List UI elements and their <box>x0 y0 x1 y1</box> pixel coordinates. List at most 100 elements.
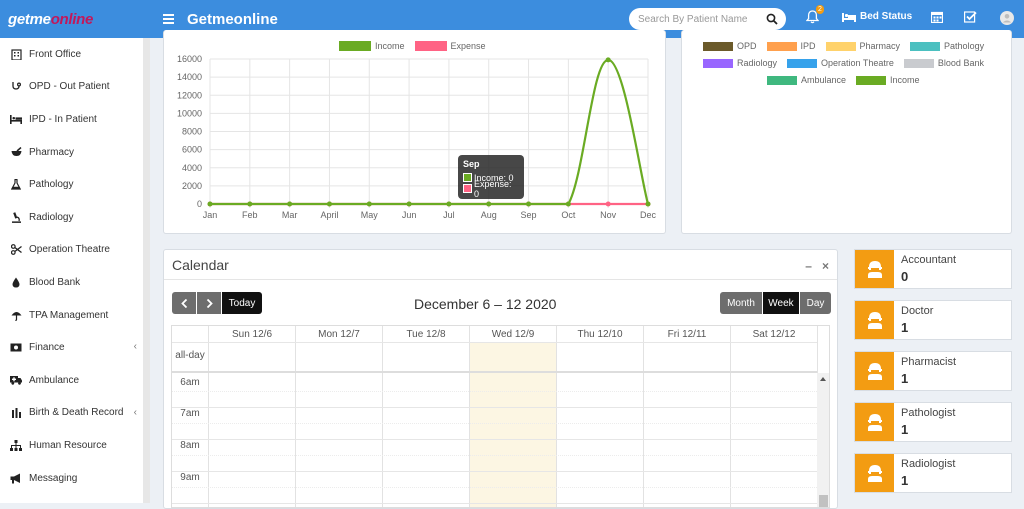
stethoscope-icon <box>10 81 22 93</box>
next-week-button[interactable] <box>197 292 221 314</box>
staff-card-pharmacist[interactable]: Pharmacist 1 <box>854 351 1012 391</box>
sidebar-item-ipd[interactable]: IPD - In Patient <box>0 103 143 136</box>
sidebar-scrollbar[interactable] <box>143 38 150 503</box>
sidebar-item-human-resource[interactable]: Human Resource <box>0 429 143 462</box>
sidebar-item-label: Ambulance <box>29 374 80 386</box>
search-icon[interactable] <box>766 13 778 25</box>
income-expense-panel: 16000 14000 12000 10000 8000 6000 4000 2000 0 Jan… <box>163 30 666 234</box>
sidebar-item-messaging[interactable]: Messaging <box>0 462 143 495</box>
staff-icon <box>855 403 894 441</box>
sidebar-item-ambulance[interactable]: Ambulance <box>0 364 143 397</box>
y-tick-label: 0 <box>197 199 202 209</box>
sidebar-item-radiology[interactable]: Radiology <box>0 201 143 234</box>
today-button[interactable]: Today <box>222 292 262 314</box>
umbrella-icon <box>10 309 22 321</box>
tooltip-expense-line: Expense: 0 <box>474 178 512 199</box>
income-legend-label: Income <box>375 41 405 51</box>
sidebar-item-operation-theatre[interactable]: Operation Theatre <box>0 234 143 267</box>
staff-icon <box>855 454 894 492</box>
sidebar-item-birth-death-record[interactable]: Birth & Death Record ‹ <box>0 397 143 430</box>
prev-week-button[interactable] <box>172 292 196 314</box>
y-tick-label: 10000 <box>177 108 202 118</box>
week-view-button[interactable]: Week <box>763 292 799 314</box>
brand-logo[interactable]: getme online <box>0 0 145 38</box>
sidebar-item-label: Finance <box>29 342 65 354</box>
legend-radiology: Radiology <box>703 58 777 68</box>
staff-count: 1 <box>901 422 909 437</box>
staff-role: Pathologist <box>901 407 956 419</box>
legend-pharmacy: Pharmacy <box>825 41 900 51</box>
income-expense-chart: 16000 14000 12000 10000 8000 6000 4000 2000 0Jan… <box>177 54 657 220</box>
x-tick-label: May <box>361 210 379 220</box>
legend-opd: OPD <box>703 41 757 51</box>
income-data-point <box>605 57 611 63</box>
today-column-highlight <box>469 343 556 507</box>
sidebar-item-tpa-management[interactable]: TPA Management <box>0 299 143 332</box>
close-icon[interactable]: × <box>822 259 829 273</box>
day-view-button[interactable]: Day <box>800 292 831 314</box>
legend-income: Income <box>856 75 920 85</box>
expense-data-point <box>605 201 611 207</box>
sidebar-item-label: Pharmacy <box>29 146 75 158</box>
patient-search-input[interactable] <box>638 13 760 25</box>
x-tick-label: Dec <box>640 210 657 220</box>
money-icon <box>10 342 22 354</box>
bed-status-button[interactable]: Bed Status <box>842 11 912 22</box>
income-data-point <box>326 201 332 207</box>
sidebar-item-label: Radiology <box>29 211 74 223</box>
building-icon <box>10 48 22 60</box>
staff-card-radiologist[interactable]: Radiologist 1 <box>854 453 1012 493</box>
x-tick-label: Oct <box>561 210 576 220</box>
day-header: Mon 12/7 <box>295 326 382 342</box>
staff-role: Pharmacist <box>901 356 957 368</box>
user-avatar-icon[interactable] <box>1000 11 1014 25</box>
x-tick-label: Mar <box>282 210 298 220</box>
expense-legend-label: Expense <box>450 41 486 51</box>
sidebar-item-label: Messaging <box>29 472 78 484</box>
microscope-icon <box>10 211 22 223</box>
staff-card-doctor[interactable]: Doctor 1 <box>854 300 1012 340</box>
scissors-icon <box>10 244 22 256</box>
sidebar-item-front-office[interactable]: Front Office <box>0 38 143 71</box>
sidebar-item-blood-bank[interactable]: Blood Bank <box>0 266 143 299</box>
flask-icon <box>10 179 22 191</box>
time-label: 8am <box>180 440 200 451</box>
income-data-point <box>207 201 213 207</box>
menu-toggle-icon[interactable] <box>163 14 185 24</box>
staff-card-pathologist[interactable]: Pathologist 1 <box>854 402 1012 442</box>
y-tick-label: 16000 <box>177 54 202 64</box>
staff-card-accountant[interactable]: Accountant 0 <box>854 249 1012 289</box>
time-label: 6am <box>180 377 200 388</box>
scroll-thumb[interactable] <box>819 495 828 507</box>
sidebar-item-label: Operation Theatre <box>29 244 110 256</box>
calendar-icon[interactable] <box>931 11 943 23</box>
tooltip-title: Sep <box>463 159 480 169</box>
sidebar-item-label: Pathology <box>29 179 74 191</box>
staff-role: Radiologist <box>901 458 956 470</box>
calendar-header: Calendar <box>164 250 837 280</box>
sidebar-item-pathology[interactable]: Pathology <box>0 168 143 201</box>
legend-pathology: Pathology <box>910 41 984 51</box>
bed-icon <box>842 12 856 22</box>
sidebar-item-pharmacy[interactable]: Pharmacy <box>0 136 143 169</box>
sidebar-item-label: OPD - Out Patient <box>29 81 110 93</box>
calendar-scrollbar[interactable] <box>817 373 829 507</box>
chevron-left-icon <box>180 298 187 308</box>
income-data-point <box>526 201 532 207</box>
day-header: Sat 12/12 <box>730 326 817 342</box>
x-tick-label: Jul <box>443 210 455 220</box>
minimize-icon[interactable]: – <box>805 259 812 273</box>
chevron-right-icon <box>206 298 213 308</box>
income-data-point <box>366 201 372 207</box>
calendar-panel: Calendar – × Today December 6 – 12 2020 … <box>163 249 838 509</box>
sidebar-item-finance[interactable]: Finance ‹ <box>0 331 143 364</box>
month-view-button[interactable]: Month <box>720 292 762 314</box>
task-check-icon[interactable] <box>964 11 977 23</box>
income-legend-swatch <box>339 41 371 51</box>
week-time-grid: Sun 12/6 Mon 12/7 Tue 12/8 Wed 12/9 Thu … <box>171 325 830 508</box>
scroll-up-arrow[interactable] <box>820 377 826 381</box>
sidebar-item-opd[interactable]: OPD - Out Patient <box>0 71 143 104</box>
all-day-label: all-day <box>175 350 205 361</box>
staff-role: Accountant <box>901 254 957 266</box>
income-data-point <box>645 201 651 207</box>
